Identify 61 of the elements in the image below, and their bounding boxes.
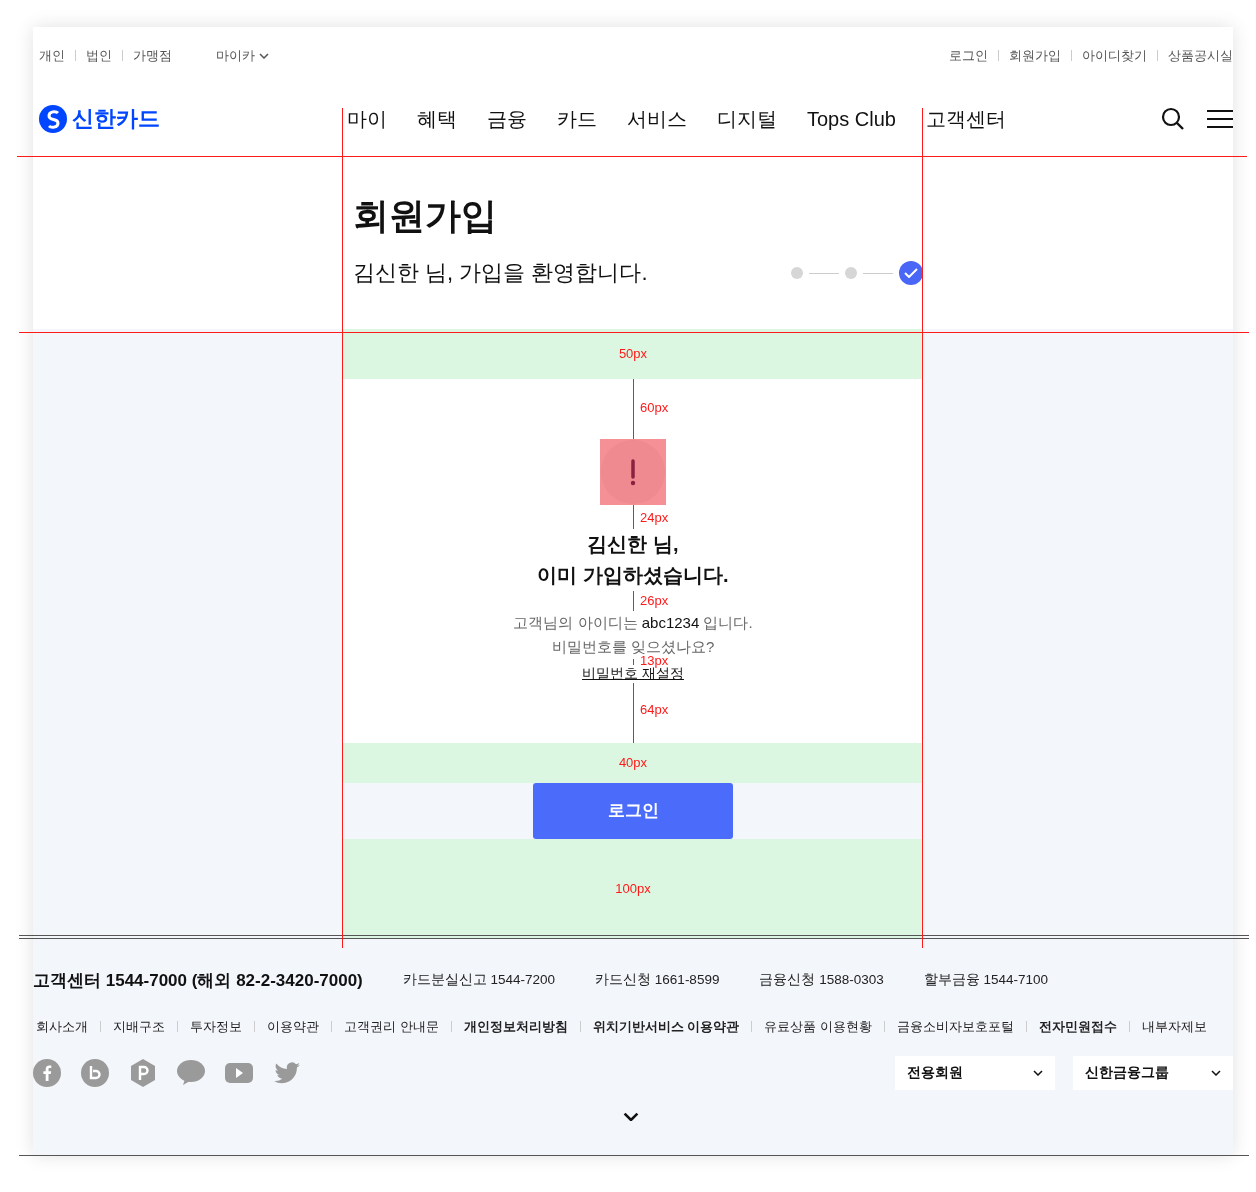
spacing-note: 100px (615, 881, 651, 896)
footer-link[interactable]: 유료상품 이용현황 (764, 1017, 872, 1036)
login-button[interactable]: 로그인 (533, 782, 733, 839)
chevron-down-icon (1033, 1069, 1043, 1076)
nav-item[interactable]: 카드 (557, 105, 597, 133)
spacing-note: 26px (640, 593, 669, 608)
spacing-note: 64px (640, 702, 669, 717)
forgot-password-text: 비밀번호를 잊으셨나요? (551, 636, 715, 655)
segment-link[interactable]: 가맹점 (133, 46, 172, 65)
footer-link[interactable]: 이용약관 (267, 1017, 319, 1036)
nav-item[interactable]: Tops Club (807, 107, 896, 131)
footer-link[interactable]: 지배구조 (113, 1017, 165, 1036)
spacing-note: 50px (618, 346, 648, 361)
footer-link[interactable]: 전자민원접수 (1038, 1017, 1117, 1036)
footer-link[interactable]: 금융소비자보호포털 (896, 1017, 1014, 1036)
spacing-note: 40px (618, 755, 648, 770)
nav-item[interactable]: 금융 (487, 105, 527, 133)
alert-icon (600, 438, 666, 505)
account-link[interactable]: 상품공시실 (1168, 46, 1233, 65)
site-select[interactable]: 신한금융그룹 (1073, 1055, 1233, 1090)
footer-link[interactable]: 회사소개 (36, 1017, 88, 1036)
segment-link[interactable]: 법인 (86, 46, 112, 65)
talk-icon[interactable] (177, 1058, 205, 1087)
footer-link[interactable]: 투자정보 (190, 1017, 242, 1036)
search-icon[interactable] (1161, 107, 1185, 132)
footer-link[interactable]: 고객권리 안내문 (344, 1017, 439, 1036)
welcome-text: 김신한 님, 가입을 환영합니다. (353, 259, 648, 288)
facebook-icon[interactable] (33, 1058, 61, 1087)
notice-title: 김신한 님, 이미 가입하셨습니다. (537, 531, 729, 588)
user-id-text: 고객님의 아이디는 abc1234 입니다. (513, 612, 753, 633)
site-select[interactable]: 전용회원 (895, 1055, 1055, 1090)
mycar-dropdown[interactable]: 마이카 (216, 46, 269, 65)
nav-item[interactable]: 고객센터 (925, 105, 1006, 133)
blog-icon[interactable] (81, 1058, 109, 1087)
nav-item[interactable]: 디지털 (717, 105, 777, 133)
spacing-note: 60px (640, 400, 669, 415)
expand-chevron-icon (623, 1111, 639, 1122)
post-icon[interactable] (129, 1058, 157, 1087)
phone-number: 금융신청 1588-0303 (759, 971, 884, 989)
account-link[interactable]: 회원가입 (1009, 46, 1061, 65)
phone-number: 할부금융 1544-7100 (923, 971, 1049, 989)
account-link[interactable]: 로그인 (949, 46, 988, 65)
nav-item[interactable]: 마이 (347, 105, 387, 133)
phone-number: 카드신청 1661-8599 (595, 971, 720, 989)
account-link[interactable]: 아이디찾기 (1082, 46, 1147, 65)
nav-item[interactable]: 혜택 (417, 105, 457, 133)
logo-text[interactable]: 신한카드 (72, 104, 160, 135)
page-title: 회원가입 (353, 194, 498, 239)
customer-center-phone: 고객센터 1544-7000 (해외 82-2-3420-7000) (33, 969, 363, 992)
menu-icon[interactable] (1207, 109, 1233, 130)
footer-link[interactable]: 개인정보처리방침 (463, 1017, 568, 1036)
nav-item[interactable]: 서비스 (627, 105, 687, 133)
chevron-down-icon (1211, 1069, 1221, 1076)
chevron-down-icon (259, 52, 269, 59)
footer-link[interactable]: 위치기반서비스 이용약관 (592, 1017, 740, 1036)
logo-icon (39, 105, 67, 134)
spacing-note: 13px (640, 653, 669, 668)
segment-link[interactable]: 개인 (39, 46, 65, 65)
footer-link[interactable]: 내부자제보 (1141, 1017, 1207, 1036)
phone-number: 카드분실신고 1544-7200 (402, 971, 556, 989)
spacing-note: 24px (640, 510, 669, 525)
